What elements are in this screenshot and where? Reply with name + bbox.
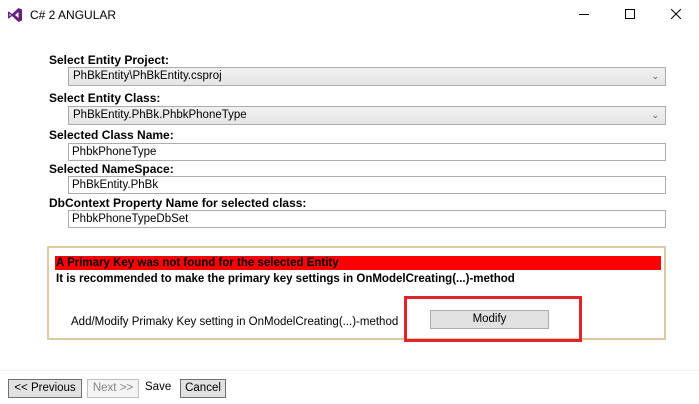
next-button[interactable]: Next >>: [87, 379, 139, 398]
entity-class-value: PhBkEntity.PhBk.PhbkPhoneType: [73, 109, 247, 121]
entity-project-combobox[interactable]: PhBkEntity\PhBkEntity.csproj ⌄: [68, 67, 666, 86]
minimize-button[interactable]: [561, 0, 607, 30]
highlight-annotation: [404, 296, 582, 342]
primary-key-action-label: Add/Modify Primaky Key setting in OnMode…: [71, 316, 399, 328]
entity-project-label: Select Entity Project:: [49, 53, 170, 67]
minimize-icon: [579, 8, 589, 22]
chevron-down-icon: ⌄: [651, 110, 659, 120]
footer-divider: [0, 370, 699, 371]
primary-key-error: A Primary Key was not found for the sele…: [55, 256, 661, 270]
previous-button[interactable]: << Previous: [8, 379, 82, 398]
maximize-button[interactable]: [607, 0, 653, 30]
namespace-field[interactable]: PhBkEntity.PhBk: [68, 176, 666, 194]
entity-class-label: Select Entity Class:: [49, 91, 161, 105]
maximize-icon: [625, 8, 635, 22]
chevron-down-icon: ⌄: [651, 71, 659, 81]
entity-class-combobox[interactable]: PhBkEntity.PhBk.PhbkPhoneType ⌄: [68, 106, 666, 125]
class-name-field[interactable]: PhbkPhoneType: [68, 143, 666, 161]
close-button[interactable]: [653, 0, 699, 30]
visual-studio-icon: [7, 7, 23, 23]
entity-project-value: PhBkEntity\PhBkEntity.csproj: [73, 70, 222, 82]
dbcontext-label: DbContext Property Name for selected cla…: [49, 196, 307, 210]
class-name-label: Selected Class Name:: [49, 128, 174, 142]
title-bar: C# 2 ANGULAR: [0, 0, 699, 30]
save-button[interactable]: Save: [145, 381, 171, 393]
primary-key-recommendation: It is recommended to make the primary ke…: [56, 273, 515, 285]
namespace-label: Selected NameSpace:: [49, 162, 174, 176]
close-icon: [670, 8, 682, 22]
window-title: C# 2 ANGULAR: [30, 8, 117, 22]
cancel-button[interactable]: Cancel: [180, 379, 226, 398]
dbcontext-field[interactable]: PhbkPhoneTypeDbSet: [68, 210, 666, 228]
